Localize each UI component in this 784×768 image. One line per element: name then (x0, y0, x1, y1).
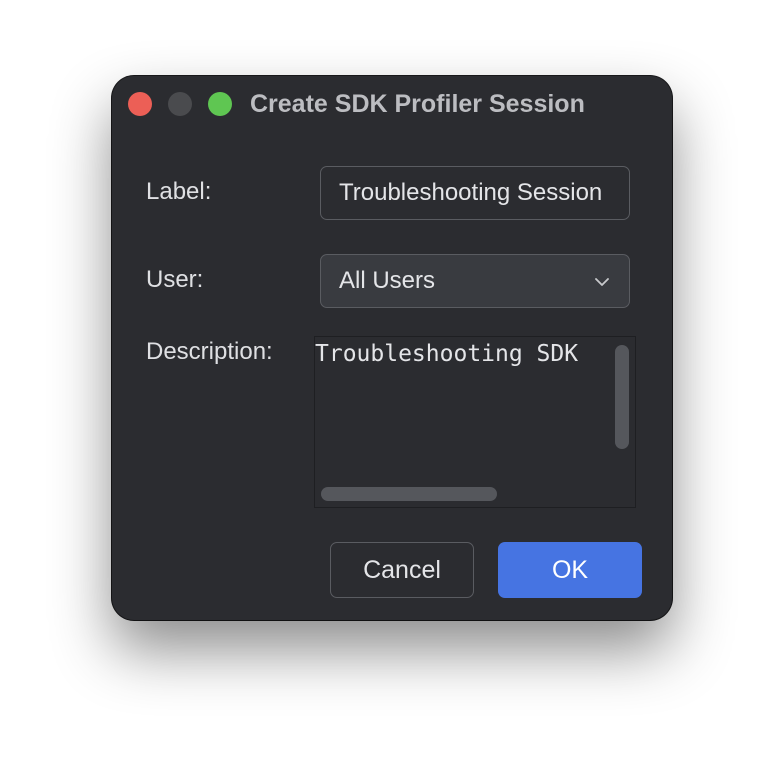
dialog-title: Create SDK Profiler Session (250, 90, 585, 118)
close-window-icon[interactable] (128, 92, 152, 116)
ok-button[interactable]: OK (498, 542, 642, 598)
description-textarea[interactable]: Troubleshooting SDK (314, 336, 636, 508)
user-select[interactable]: All Users (320, 254, 630, 308)
user-field-caption: User: (146, 266, 204, 293)
horizontal-scrollbar[interactable] (321, 487, 497, 501)
label-field-caption: Label: (146, 178, 212, 205)
chevron-down-icon (595, 278, 609, 286)
dialog-window: Create SDK Profiler Session Label: User:… (112, 76, 672, 620)
label-field[interactable] (320, 166, 630, 220)
minimize-window-icon[interactable] (168, 92, 192, 116)
cancel-button[interactable]: Cancel (330, 542, 474, 598)
title-bar: Create SDK Profiler Session (112, 76, 672, 132)
description-field-caption: Description: (146, 338, 273, 365)
label-input[interactable] (321, 167, 629, 219)
maximize-window-icon[interactable] (208, 92, 232, 116)
user-select-value: All Users (339, 267, 436, 294)
description-text: Troubleshooting SDK (315, 341, 579, 367)
vertical-scrollbar[interactable] (615, 345, 629, 449)
